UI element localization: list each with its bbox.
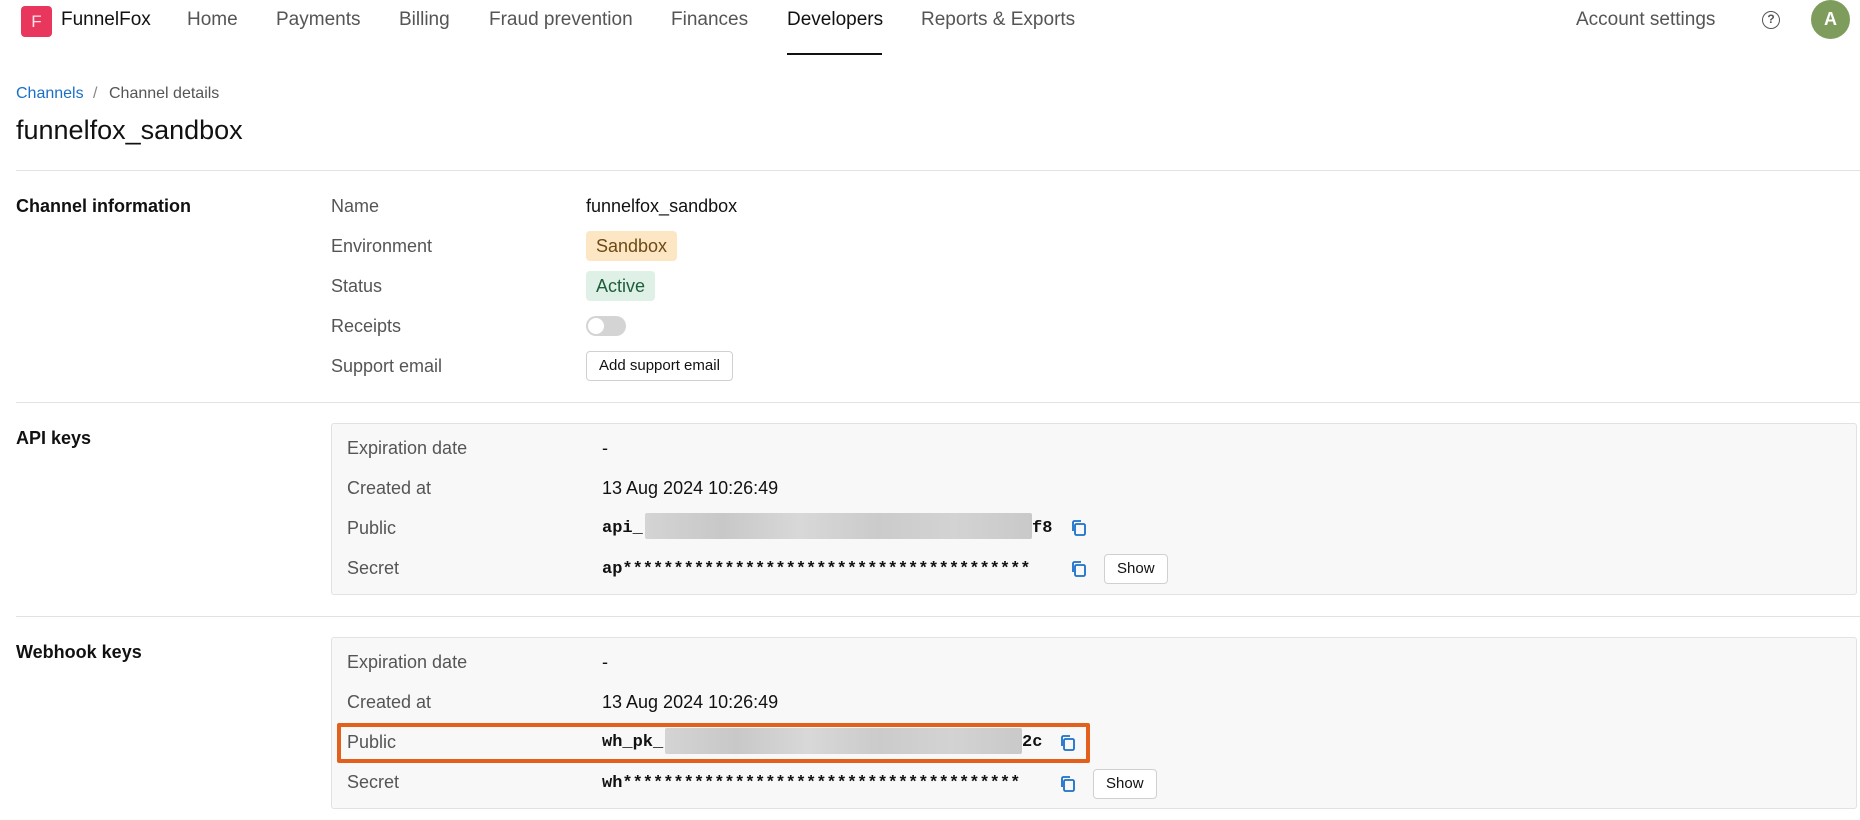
webhook-secret-value: wh**************************************… bbox=[602, 774, 1021, 793]
copy-icon[interactable] bbox=[1058, 774, 1078, 794]
nav-item-fraud-prevention[interactable]: Fraud prevention bbox=[489, 9, 633, 31]
breadcrumb-channels-link[interactable]: Channels bbox=[16, 85, 84, 103]
channel-information-title: Channel information bbox=[16, 196, 191, 216]
active-tab-indicator bbox=[787, 53, 882, 55]
toggle-knob bbox=[588, 318, 604, 334]
nav-item-developers[interactable]: Developers bbox=[787, 9, 883, 31]
breadcrumb-separator: / bbox=[93, 85, 98, 102]
api-created-value: 13 Aug 2024 10:26:49 bbox=[602, 478, 779, 498]
name-label: Name bbox=[331, 196, 380, 216]
nav-item-payments[interactable]: Payments bbox=[276, 9, 360, 31]
webhook-created-value: 13 Aug 2024 10:26:49 bbox=[602, 692, 779, 712]
webhook-expiration-value: - bbox=[602, 652, 608, 672]
nav-item-billing[interactable]: Billing bbox=[399, 9, 450, 31]
page-title: funnelfox_sandbox bbox=[16, 115, 243, 145]
api-expiration-value: - bbox=[602, 438, 608, 458]
api-public-label: Public bbox=[347, 518, 397, 538]
receipts-toggle[interactable] bbox=[586, 316, 626, 336]
breadcrumb-current: Channel details bbox=[109, 85, 220, 102]
api-secret-show-button[interactable]: Show bbox=[1104, 554, 1168, 584]
environment-label: Environment bbox=[331, 236, 433, 256]
section-divider bbox=[16, 170, 1860, 171]
api-secret-label: Secret bbox=[347, 558, 400, 578]
webhook-public-key-highlight bbox=[337, 723, 1090, 763]
redacted-key-blur bbox=[645, 513, 1032, 539]
webhook-keys-title: Webhook keys bbox=[16, 642, 142, 662]
top-navigation: F FunnelFox Home Payments Billing Fraud … bbox=[0, 0, 1860, 56]
api-created-label: Created at bbox=[347, 478, 432, 498]
webhook-secret-show-button[interactable]: Show bbox=[1093, 769, 1157, 799]
api-keys-panel bbox=[331, 423, 1857, 595]
api-public-key-suffix: f8 bbox=[1032, 519, 1053, 538]
api-keys-title: API keys bbox=[16, 428, 92, 448]
nav-item-finances[interactable]: Finances bbox=[671, 9, 748, 31]
api-expiration-label: Expiration date bbox=[347, 438, 468, 458]
api-secret-value: ap**************************************… bbox=[602, 560, 1031, 579]
funnelfox-logo[interactable]: F bbox=[21, 6, 52, 37]
section-divider bbox=[16, 402, 1860, 403]
question-circle-icon[interactable]: ? bbox=[1762, 11, 1780, 29]
section-divider bbox=[16, 616, 1860, 617]
environment-badge: Sandbox bbox=[586, 231, 678, 261]
copy-icon[interactable] bbox=[1069, 518, 1089, 538]
avatar[interactable]: A bbox=[1811, 0, 1850, 39]
status-label: Status bbox=[331, 276, 383, 296]
receipts-label: Receipts bbox=[331, 316, 402, 336]
webhook-secret-label: Secret bbox=[347, 772, 400, 792]
add-support-email-button[interactable]: Add support email bbox=[586, 351, 733, 381]
name-value: funnelfox_sandbox bbox=[586, 196, 738, 216]
webhook-created-label: Created at bbox=[347, 692, 432, 712]
nav-item-reports-exports[interactable]: Reports & Exports bbox=[921, 9, 1075, 31]
copy-icon[interactable] bbox=[1069, 559, 1089, 579]
nav-item-home[interactable]: Home bbox=[187, 9, 238, 31]
api-public-key-prefix: api_ bbox=[602, 519, 643, 538]
status-badge: Active bbox=[586, 271, 656, 301]
support-email-label: Support email bbox=[331, 356, 443, 376]
brand-name[interactable]: FunnelFox bbox=[61, 9, 151, 31]
webhook-expiration-label: Expiration date bbox=[347, 652, 468, 672]
account-settings-link[interactable]: Account settings bbox=[1576, 9, 1715, 31]
